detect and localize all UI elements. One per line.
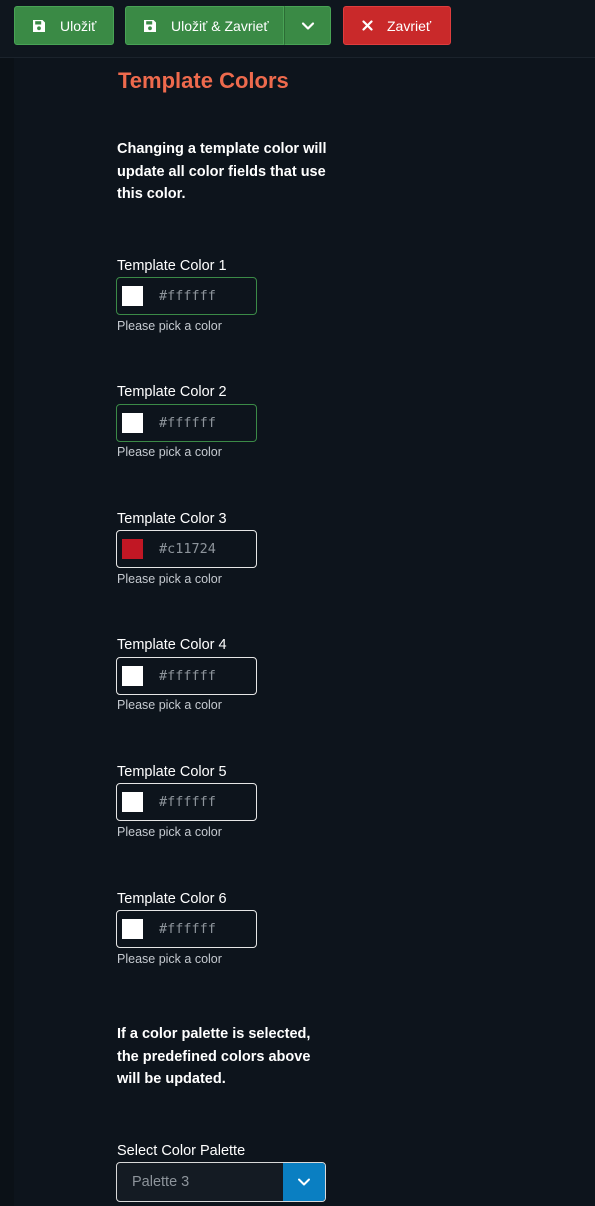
save-and-close-button[interactable]: Uložiť & Zavrieť: [125, 6, 284, 45]
save-options-dropdown-button[interactable]: [284, 6, 331, 45]
color-hex-value: #ffffff: [159, 415, 216, 431]
chevron-down-icon[interactable]: [283, 1163, 325, 1201]
template-color-4-input[interactable]: #ffffff: [116, 657, 257, 695]
color-hex-value: #ffffff: [159, 921, 216, 937]
template-color-6-help: Please pick a color: [117, 952, 222, 966]
floppy-disk-icon: [32, 19, 46, 33]
template-color-4-help: Please pick a color: [117, 698, 222, 712]
template-color-1-input[interactable]: #ffffff: [116, 277, 257, 315]
color-hex-value: #ffffff: [159, 288, 216, 304]
template-color-3-input[interactable]: #c11724: [116, 530, 257, 568]
template-color-4-label: Template Color 4: [117, 637, 227, 653]
color-swatch[interactable]: [122, 539, 143, 559]
save-button[interactable]: Uložiť: [14, 6, 114, 45]
template-color-6-label: Template Color 6: [117, 891, 227, 907]
color-hex-value: #ffffff: [159, 668, 216, 684]
floppy-disk-icon: [143, 19, 157, 33]
template-color-3-label: Template Color 3: [117, 511, 227, 527]
color-swatch[interactable]: [122, 666, 143, 686]
template-color-6-input[interactable]: #ffffff: [116, 910, 257, 948]
template-color-1-label: Template Color 1: [117, 258, 227, 274]
color-palette-select[interactable]: Palette 3: [116, 1162, 326, 1202]
chevron-down-icon: [301, 21, 315, 31]
sidebar-strip: [0, 58, 14, 1206]
color-swatch[interactable]: [122, 286, 143, 306]
palette-note: If a color palette is selected, the pred…: [117, 1026, 311, 1087]
template-color-5-help: Please pick a color: [117, 825, 222, 839]
color-swatch[interactable]: [122, 919, 143, 939]
select-color-palette-label: Select Color Palette: [117, 1143, 246, 1159]
section-title: Template Colors: [118, 68, 289, 93]
template-color-5-label: Template Color 5: [117, 764, 227, 780]
template-color-2-help: Please pick a color: [117, 445, 222, 459]
close-button-label: Zavrieť: [387, 17, 432, 34]
color-swatch[interactable]: [122, 792, 143, 812]
color-palette-selected-value: Palette 3: [132, 1174, 190, 1190]
toolbar: Uložiť Uložiť & Zavrieť Zavrieť: [0, 0, 595, 58]
close-button[interactable]: Zavrieť: [343, 6, 451, 45]
template-color-5-input[interactable]: #ffffff: [116, 783, 257, 821]
color-hex-value: #ffffff: [159, 794, 216, 810]
intro-note: Changing a template color will update al…: [117, 141, 327, 202]
save-and-close-label: Uložiť & Zavrieť: [171, 17, 269, 34]
template-color-2-label: Template Color 2: [117, 384, 227, 400]
template-color-1-help: Please pick a color: [117, 319, 222, 333]
template-color-2-input[interactable]: #ffffff: [116, 404, 257, 442]
save-button-label: Uložiť: [60, 17, 97, 34]
color-hex-value: #c11724: [159, 541, 216, 557]
color-swatch[interactable]: [122, 413, 143, 433]
close-icon: [362, 20, 373, 31]
template-color-3-help: Please pick a color: [117, 572, 222, 586]
